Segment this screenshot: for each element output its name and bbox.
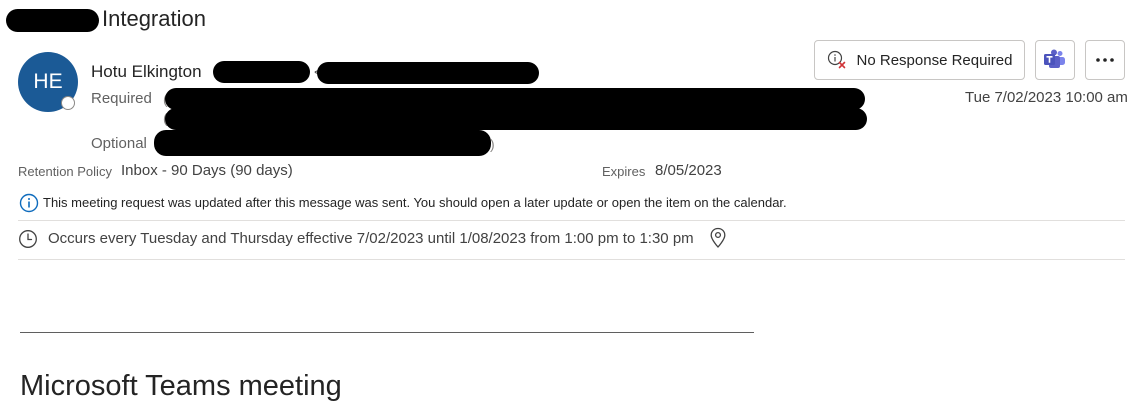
subject-title: Integration: [102, 6, 206, 31]
divider: [18, 220, 1125, 221]
meeting-updated-notice: This meeting request was updated after t…: [43, 195, 787, 210]
no-response-required-label: No Response Required: [856, 51, 1013, 69]
retention-policy-label: Retention Policy: [18, 164, 112, 179]
location-pin-icon[interactable]: [709, 227, 727, 249]
redacted-required-recipients-2: [165, 108, 867, 130]
sender-name[interactable]: Hotu Elkington: [91, 62, 202, 82]
expires-label: Expires: [602, 164, 646, 179]
divider: [18, 259, 1125, 260]
redacted-sender-email: [317, 62, 539, 84]
recurrence-text: Occurs every Tuesday and Thursday effect…: [48, 230, 694, 247]
avatar-initials: HE: [33, 70, 63, 93]
retention-policy-value: Inbox - 90 Days (90 days): [121, 162, 293, 179]
redacted-optional-recipients: [154, 130, 491, 156]
redacted-sender-detail: [213, 61, 310, 83]
clock-icon: [19, 230, 37, 248]
presence-status-icon: [61, 96, 75, 110]
more-options-button[interactable]: [1085, 40, 1125, 80]
redacted-required-recipients-1: [165, 88, 865, 110]
optional-label: Optional: [91, 135, 147, 152]
more-icon: [1096, 58, 1114, 62]
redacted-subject-prefix: [6, 9, 99, 32]
info-decline-icon: [827, 50, 845, 69]
teams-icon: [1044, 49, 1065, 68]
info-icon: [19, 193, 39, 213]
teams-button[interactable]: [1035, 40, 1075, 80]
optional-paren-close: ): [490, 136, 495, 152]
no-response-required-button[interactable]: No Response Required: [814, 40, 1025, 80]
body-separator-line: [20, 332, 754, 333]
sent-date: Tue 7/02/2023 10:00 am: [965, 89, 1128, 106]
required-label: Required: [91, 90, 152, 107]
expires-value: 8/05/2023: [655, 162, 722, 179]
teams-meeting-heading: Microsoft Teams meeting: [20, 370, 342, 402]
